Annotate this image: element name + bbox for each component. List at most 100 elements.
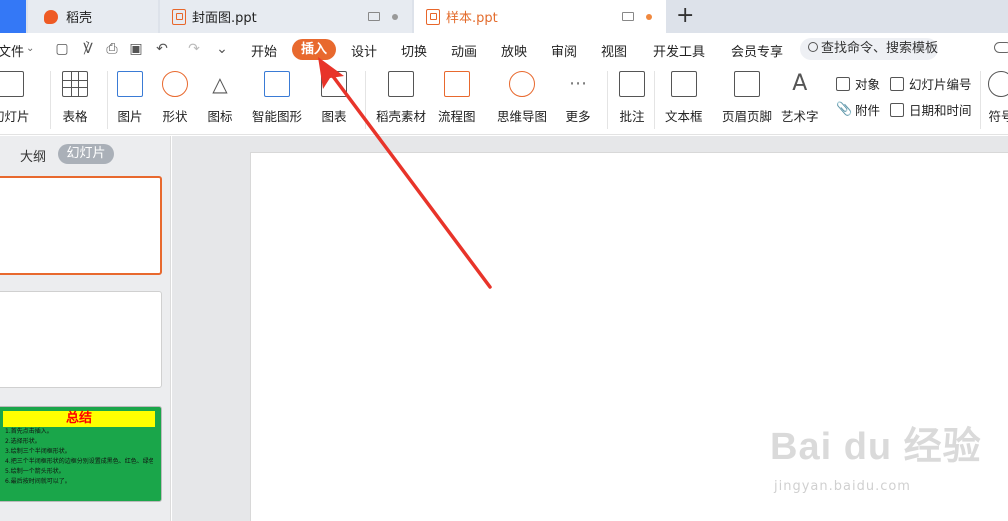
comment-button[interactable]: 批注 — [619, 71, 645, 125]
tab-sample-ppt[interactable]: 样本.ppt — [414, 0, 666, 33]
shape-label: 形状 — [162, 109, 188, 124]
flowchart-label: 流程图 — [438, 109, 476, 124]
monitor-icon[interactable] — [622, 12, 634, 21]
slide-thumbnail-2[interactable] — [0, 291, 162, 388]
wps-presentation-window: 稻壳 封面图.ppt 样本.ppt + 文件 ⌄ ▢ ℣ ⎙ ▣ ↶ ↷ ⌄ 开… — [0, 0, 1008, 521]
print-preview-icon[interactable]: ▣ — [128, 41, 144, 57]
smart-graphic-button[interactable]: 智能图形 — [252, 71, 302, 125]
tab-outline[interactable]: 大纲 — [20, 146, 46, 165]
search-placeholder: 查找命令、搜索模板 — [821, 41, 939, 56]
thumbnail-line: 6.最后按时间就可以了。 — [5, 478, 71, 485]
home-tab[interactable] — [0, 0, 26, 33]
smart-graphic-label: 智能图形 — [252, 109, 303, 124]
customize-toolbar-icon[interactable]: ⌄ — [214, 41, 230, 57]
unsaved-dot[interactable] — [646, 14, 652, 20]
thumbnail-line: 1.首先点击插入。 — [5, 428, 53, 435]
thumbnail-line: 5.绘制一个箭头形状。 — [5, 468, 65, 475]
slide-number-button[interactable]: 幻灯片编号 — [890, 74, 972, 93]
tab-daoke[interactable]: 稻壳 — [28, 0, 158, 33]
slide-thumbnail-1[interactable] — [0, 176, 162, 275]
chevron-down-icon[interactable]: ⌄ — [26, 43, 34, 54]
slide-number-label: 幻灯片编号 — [909, 77, 972, 92]
more-label: 更多 — [565, 109, 591, 124]
date-time-button[interactable]: 日期和时间 — [890, 100, 972, 119]
print-icon[interactable]: ⎙ — [104, 41, 120, 57]
divider — [654, 71, 655, 129]
divider — [980, 71, 981, 129]
search-icon — [808, 42, 818, 52]
thumbnail-line: 2.选择形状。 — [5, 438, 41, 445]
menu-insert[interactable]: 插入 — [292, 39, 336, 60]
more-dots-icon: ⋯ — [569, 73, 587, 94]
header-footer-label: 页眉页脚 — [722, 109, 773, 124]
divider — [607, 71, 608, 129]
material-icon — [388, 71, 414, 97]
save-icon[interactable]: ▢ — [54, 41, 70, 57]
new-tab-plus-icon[interactable]: + — [676, 3, 694, 28]
ppt-file-icon — [172, 8, 186, 25]
document-tab-bar: 稻壳 封面图.ppt 样本.ppt + — [0, 0, 1008, 33]
menu-review[interactable]: 审阅 — [551, 41, 577, 60]
new-slide-icon — [0, 71, 24, 97]
mindmap-button[interactable]: 思维导图 — [497, 71, 547, 125]
symbol-icon — [988, 71, 1008, 97]
watermark-url: jingyan.baidu.com — [774, 479, 911, 494]
thumbnail-line: 3.绘制三个半闭框形状。 — [5, 448, 71, 455]
textbox-label: 文本框 — [665, 109, 703, 124]
menu-developer[interactable]: 开发工具 — [653, 41, 705, 60]
tab-slides[interactable]: 幻灯片 — [58, 144, 114, 164]
menu-slideshow[interactable]: 放映 — [501, 41, 527, 60]
header-footer-button[interactable]: 页眉页脚 — [722, 71, 772, 125]
menu-home[interactable]: 开始 — [251, 41, 277, 60]
symbol-button[interactable]: 符号 — [988, 71, 1008, 125]
thumbnail-title: 总结 — [3, 411, 155, 427]
insert-ribbon: 幻灯片 表格 图片 形状 △ 图标 智能图形 图表 — [0, 65, 1008, 135]
shape-button[interactable]: 形状 — [162, 71, 188, 125]
picture-icon — [117, 71, 143, 97]
paperclip-icon: 📎 — [836, 101, 853, 117]
daoke-material-label: 稻壳素材 — [376, 109, 427, 124]
wordart-button[interactable]: A 艺术字 — [781, 71, 819, 125]
new-slide-button[interactable]: 幻灯片 — [0, 71, 30, 125]
object-label: 对象 — [855, 77, 881, 92]
menu-view[interactable]: 视图 — [601, 41, 627, 60]
object-button[interactable]: 对象 — [836, 74, 880, 93]
icons-button[interactable]: △ 图标 — [207, 71, 233, 125]
slide-number-icon — [890, 76, 904, 91]
tab-status-dot[interactable] — [392, 14, 398, 20]
menu-member[interactable]: 会员专享 — [731, 41, 783, 60]
flowchart-button[interactable]: 流程图 — [438, 71, 476, 125]
attachment-label: 附件 — [855, 103, 881, 118]
watermark-logo-text: Bai du 经验 — [770, 426, 982, 468]
monitor-icon[interactable] — [368, 12, 380, 21]
table-button[interactable]: 表格 — [62, 71, 88, 125]
thumbnail-line: 4.把三个半闭框形状的边框分别设置成黑色、红色、绿色。 — [5, 458, 153, 465]
chart-label: 图表 — [321, 109, 347, 124]
wordart-icon: A — [792, 71, 808, 96]
format-painter-icon[interactable]: ℣ — [80, 41, 96, 57]
picture-button[interactable]: 图片 — [117, 71, 143, 125]
textbox-button[interactable]: 文本框 — [665, 71, 703, 125]
chart-icon — [321, 71, 347, 97]
menu-design[interactable]: 设计 — [351, 41, 377, 60]
date-time-label: 日期和时间 — [909, 103, 972, 118]
menu-animation[interactable]: 动画 — [451, 41, 477, 60]
command-search[interactable]: 查找命令、搜索模板 — [800, 38, 938, 60]
tab-cover-ppt[interactable]: 封面图.ppt — [160, 0, 412, 33]
slide-thumbnail-3[interactable]: 总结 1.首先点击插入。 2.选择形状。 3.绘制三个半闭框形状。 4.把三个半… — [0, 406, 162, 502]
cloud-icon[interactable] — [994, 42, 1008, 53]
mindmap-label: 思维导图 — [497, 109, 548, 124]
redo-icon[interactable]: ↷ — [186, 41, 202, 57]
chart-button[interactable]: 图表 — [321, 71, 347, 125]
more-button[interactable]: ⋯ 更多 — [565, 71, 591, 125]
undo-icon[interactable]: ↶ — [154, 41, 170, 57]
daoke-material-button[interactable]: 稻壳素材 — [376, 71, 426, 125]
table-icon — [62, 71, 88, 97]
menu-transition[interactable]: 切换 — [401, 41, 427, 60]
picture-label: 图片 — [117, 109, 143, 124]
smart-graphic-icon — [264, 71, 290, 97]
flowchart-icon — [443, 71, 470, 97]
attachment-button[interactable]: 📎 附件 — [836, 100, 880, 119]
comment-icon — [619, 71, 645, 97]
menu-file[interactable]: 文件 — [0, 41, 24, 60]
